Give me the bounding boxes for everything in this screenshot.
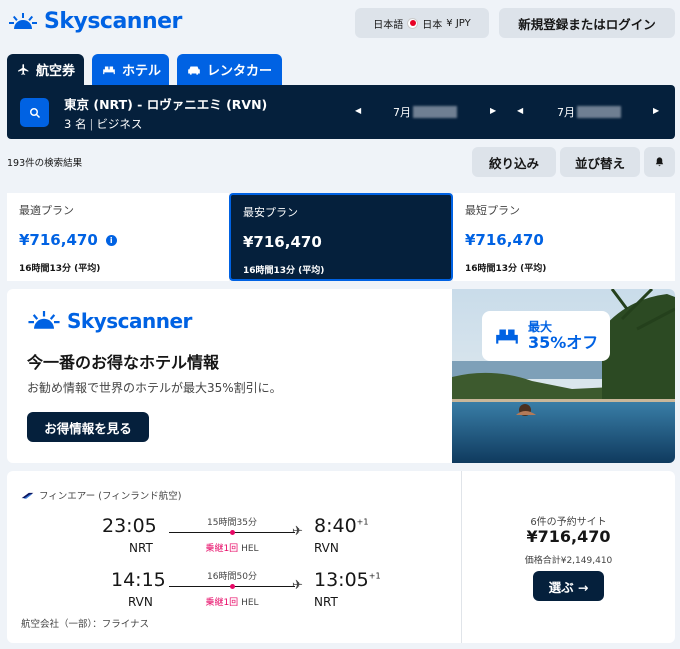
return-date[interactable]: 7月 bbox=[557, 85, 621, 139]
tab-label: ホテル bbox=[122, 64, 162, 79]
search-icon bbox=[29, 107, 40, 118]
sort-card-duration: 16時間13分 (平均) bbox=[19, 264, 101, 274]
bed-icon bbox=[496, 329, 518, 344]
locale-selector[interactable]: 日本語 日本 ¥ JPY bbox=[355, 8, 489, 38]
sort-card-duration: 16時間13分 (平均) bbox=[465, 264, 547, 274]
outbound-departure-time: 23:05 bbox=[102, 515, 157, 537]
outbound-duration: 15時間35分 bbox=[207, 518, 257, 528]
passenger-count: 3 名 bbox=[64, 117, 87, 131]
outbound-stops: 乗継1回 HEL bbox=[205, 544, 259, 554]
depart-date[interactable]: 7月 bbox=[393, 85, 457, 139]
ad-logo: Skyscanner bbox=[27, 309, 192, 333]
currency-label: ¥ JPY bbox=[446, 17, 471, 29]
results-count: 193件の検索結果 bbox=[7, 158, 83, 169]
sort-card-price: ¥716,470 bbox=[243, 233, 322, 251]
language-label: 日本語 bbox=[373, 19, 404, 31]
sort-card-best[interactable]: 最適プラン ¥716,470 i 16時間13分 (平均) bbox=[7, 193, 229, 281]
inbound-departure-code: RVN bbox=[128, 595, 153, 609]
sort-card-price: ¥716,470 bbox=[465, 231, 544, 249]
inbound-stops: 乗継1回 HEL bbox=[205, 598, 259, 608]
sort-card-label: 最適プラン bbox=[19, 204, 74, 217]
view-deals-button[interactable]: お得情報を見る bbox=[27, 412, 149, 442]
search-summary-bar: 東京 (NRT) - ロヴァニエミ (RVN) 3 名 | ビジネス ◀ 7月 ▶ … bbox=[7, 85, 675, 139]
filter-button[interactable]: 絞り込み bbox=[472, 147, 556, 177]
return-month: 7月 bbox=[557, 106, 575, 119]
inbound-arrival-time: 13:05+1 bbox=[314, 569, 381, 591]
flight-price: ¥716,470 bbox=[526, 527, 611, 546]
tab-car-hire[interactable]: レンタカー bbox=[177, 54, 282, 85]
select-button[interactable]: 選ぶ → bbox=[533, 571, 604, 601]
ad-subtitle: お勧め情報で世界のホテルが最大35%割引に。 bbox=[27, 381, 282, 395]
depart-month: 7月 bbox=[393, 106, 411, 119]
passenger-cabin[interactable]: 3 名 | ビジネス bbox=[64, 116, 142, 132]
operated-by: 航空会社（一部）：フライナス bbox=[21, 619, 150, 630]
infinity-pool-image: 最大 35%オフ bbox=[452, 289, 675, 463]
tab-flights[interactable]: 航空券 bbox=[7, 54, 84, 85]
inbound-duration: 16時間50分 bbox=[207, 572, 257, 582]
sort-button[interactable]: 並び替え bbox=[560, 147, 640, 177]
tab-label: レンタカー bbox=[207, 64, 273, 79]
plane-icon: ✈ bbox=[292, 524, 303, 539]
skyscanner-logo[interactable]: Skyscanner bbox=[8, 9, 182, 34]
airline-row: フィンエアー (フィンランド航空) bbox=[21, 488, 181, 502]
ad-logo-text: Skyscanner bbox=[67, 309, 192, 333]
info-icon[interactable]: i bbox=[105, 234, 117, 246]
discount-badge: 最大 35%オフ bbox=[482, 311, 610, 361]
sort-card-duration: 16時間13分 (平均) bbox=[243, 266, 325, 276]
price-alert-button[interactable] bbox=[644, 147, 675, 177]
outbound-departure-code: NRT bbox=[129, 541, 153, 555]
cabin-class: ビジネス bbox=[96, 117, 143, 131]
badge-top: 最大 bbox=[528, 320, 553, 334]
sort-card-fastest[interactable]: 最短プラン ¥716,470 16時間13分 (平均) bbox=[453, 193, 675, 281]
ad-title: 今一番のお得なホテル情報 bbox=[27, 353, 220, 372]
redacted-date bbox=[413, 106, 457, 118]
plane-icon bbox=[18, 64, 29, 75]
sun-logo-icon bbox=[28, 311, 60, 329]
next-return-date-icon[interactable]: ▶ bbox=[653, 106, 659, 115]
login-button[interactable]: 新規登録またはログイン bbox=[499, 8, 675, 38]
sort-card-label: 最短プラン bbox=[465, 204, 520, 217]
logo-text: Skyscanner bbox=[44, 9, 182, 34]
booking-sites-count: 6件の予約サイト bbox=[530, 517, 607, 528]
bed-icon bbox=[103, 66, 115, 74]
route-text[interactable]: 東京 (NRT) - ロヴァニエミ (RVN) bbox=[64, 94, 267, 113]
badge-main: 35%オフ bbox=[528, 333, 599, 352]
sort-card-price: ¥716,470 bbox=[19, 231, 98, 249]
inbound-arrival-code: NRT bbox=[314, 595, 338, 609]
outbound-arrival-code: RVN bbox=[314, 541, 339, 555]
car-icon bbox=[188, 66, 200, 75]
airline-name: フィンエアー (フィンランド航空) bbox=[39, 491, 182, 502]
outbound-stop-dot bbox=[230, 530, 235, 535]
bell-icon bbox=[655, 157, 664, 167]
hotel-ad-banner[interactable]: Skyscanner 今一番のお得なホテル情報 お勧め情報で世界のホテルが最大3… bbox=[7, 289, 675, 463]
flight-result-card[interactable]: フィンエアー (フィンランド航空) 23:05 NRT 15時間35分 乗継1回… bbox=[7, 471, 675, 643]
next-depart-date-icon[interactable]: ▶ bbox=[490, 106, 496, 115]
sort-card-label: 最安プラン bbox=[243, 206, 298, 219]
inbound-departure-time: 14:15 bbox=[111, 569, 166, 591]
plane-icon: ✈ bbox=[292, 578, 303, 593]
tab-label: 航空券 bbox=[36, 64, 76, 79]
sun-logo-icon bbox=[9, 12, 37, 29]
total-price: 価格合計¥2,149,410 bbox=[524, 556, 613, 566]
redacted-date bbox=[577, 106, 621, 118]
sort-card-cheapest[interactable]: 最安プラン ¥716,470 16時間13分 (平均) bbox=[229, 193, 453, 281]
japan-flag-icon bbox=[407, 17, 419, 29]
prev-return-date-icon[interactable]: ◀ bbox=[517, 106, 523, 115]
tab-hotels[interactable]: ホテル bbox=[92, 54, 169, 85]
country-label: 日本 bbox=[422, 19, 443, 31]
prev-depart-date-icon[interactable]: ◀ bbox=[355, 106, 361, 115]
finnair-logo-icon bbox=[21, 492, 34, 499]
outbound-arrival-time: 8:40+1 bbox=[314, 515, 369, 537]
search-button[interactable] bbox=[20, 98, 49, 127]
inbound-stop-dot bbox=[230, 584, 235, 589]
